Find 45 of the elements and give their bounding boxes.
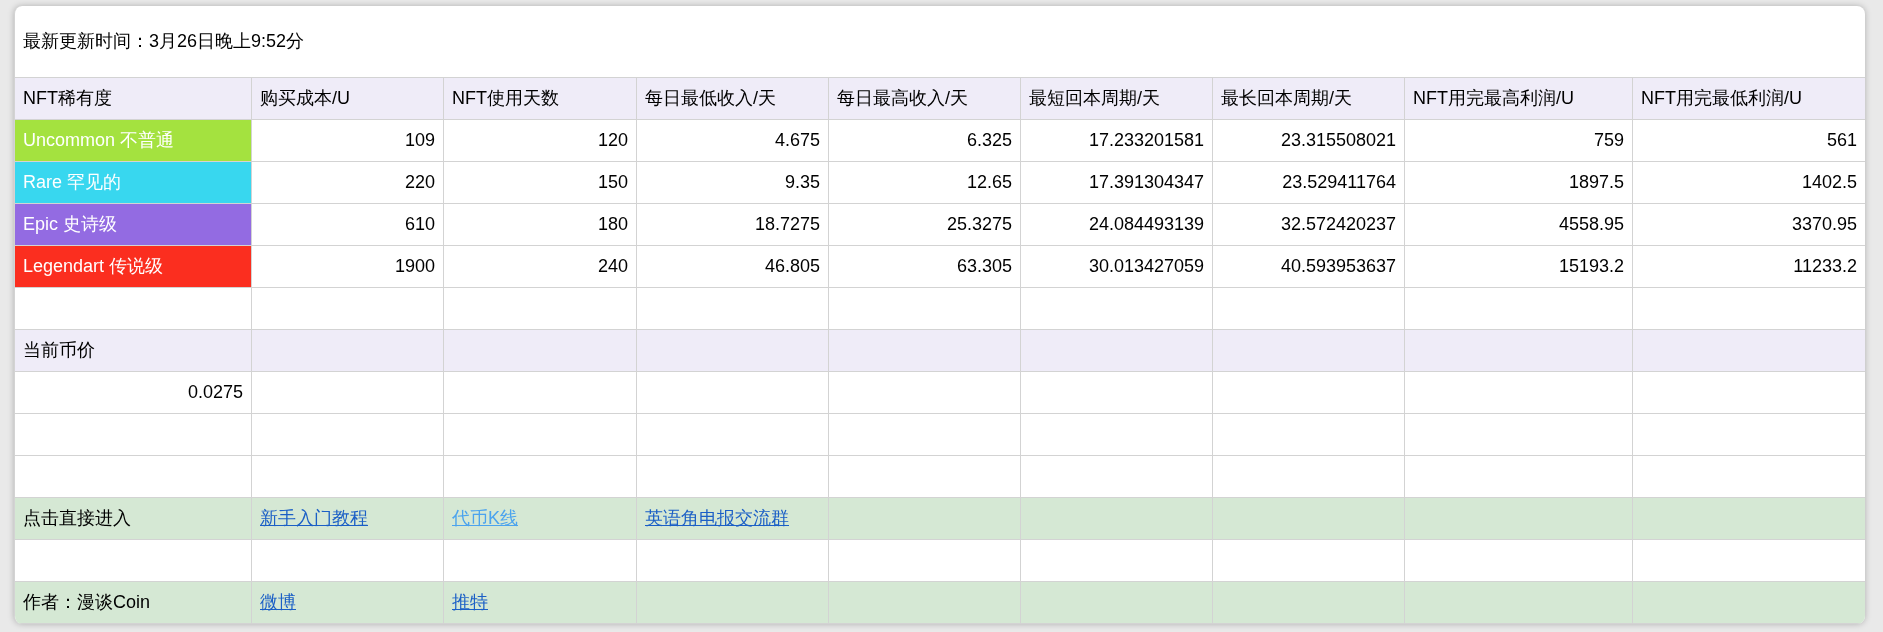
table-cell: 9.35: [637, 162, 829, 204]
rarity-cell: Rare 罕见的: [15, 162, 252, 204]
table-cell: 6.325: [829, 120, 1021, 162]
table-cell: 759: [1405, 120, 1633, 162]
column-header: 最短回本周期/天: [1021, 78, 1213, 120]
table-cell: 4558.95: [1405, 204, 1633, 246]
table-cell: 120: [444, 120, 637, 162]
row-label: 作者：漫谈Coin: [15, 582, 252, 624]
rarity-cell: Epic 史诗级: [15, 204, 252, 246]
table-cell: 23.315508021: [1213, 120, 1405, 162]
table-cell: 24.084493139: [1021, 204, 1213, 246]
table-cell: 17.391304347: [1021, 162, 1213, 204]
table-cell: 150: [444, 162, 637, 204]
column-header: 最长回本周期/天: [1213, 78, 1405, 120]
table-cell: 1897.5: [1405, 162, 1633, 204]
column-header: 购买成本/U: [252, 78, 444, 120]
table-cell: 17.233201581: [1021, 120, 1213, 162]
table-cell: 1402.5: [1633, 162, 1865, 204]
table-cell: 3370.95: [1633, 204, 1865, 246]
update-time-text: 最新更新时间：3月26日晚上9:52分: [23, 30, 305, 53]
table-cell: 610: [252, 204, 444, 246]
column-header: NFT用完最低利润/U: [1633, 78, 1865, 120]
column-header: 每日最低收入/天: [637, 78, 829, 120]
table-cell: 32.572420237: [1213, 204, 1405, 246]
link[interactable]: 英语角电报交流群: [645, 505, 789, 532]
table-cell: 220: [252, 162, 444, 204]
table-cell: 180: [444, 204, 637, 246]
price-label: 当前币价: [15, 330, 252, 372]
table-cell: 23.529411764: [1213, 162, 1405, 204]
table-cell: 561: [1633, 120, 1865, 162]
column-header: NFT稀有度: [15, 78, 252, 120]
column-header: NFT使用天数: [444, 78, 637, 120]
rarity-cell: Legendart 传说级: [15, 246, 252, 288]
table-cell: 25.3275: [829, 204, 1021, 246]
table-cell: 4.675: [637, 120, 829, 162]
rarity-cell: Uncommon 不普通: [15, 120, 252, 162]
table-cell: 18.7275: [637, 204, 829, 246]
link[interactable]: 微博: [260, 589, 296, 616]
link[interactable]: 新手入门教程: [260, 505, 368, 532]
row-label: 点击直接进入: [15, 498, 252, 540]
column-header: NFT用完最高利润/U: [1405, 78, 1633, 120]
table-cell: 12.65: [829, 162, 1021, 204]
link[interactable]: 推特: [452, 589, 488, 616]
table-cell: 109: [252, 120, 444, 162]
column-header: 每日最高收入/天: [829, 78, 1021, 120]
